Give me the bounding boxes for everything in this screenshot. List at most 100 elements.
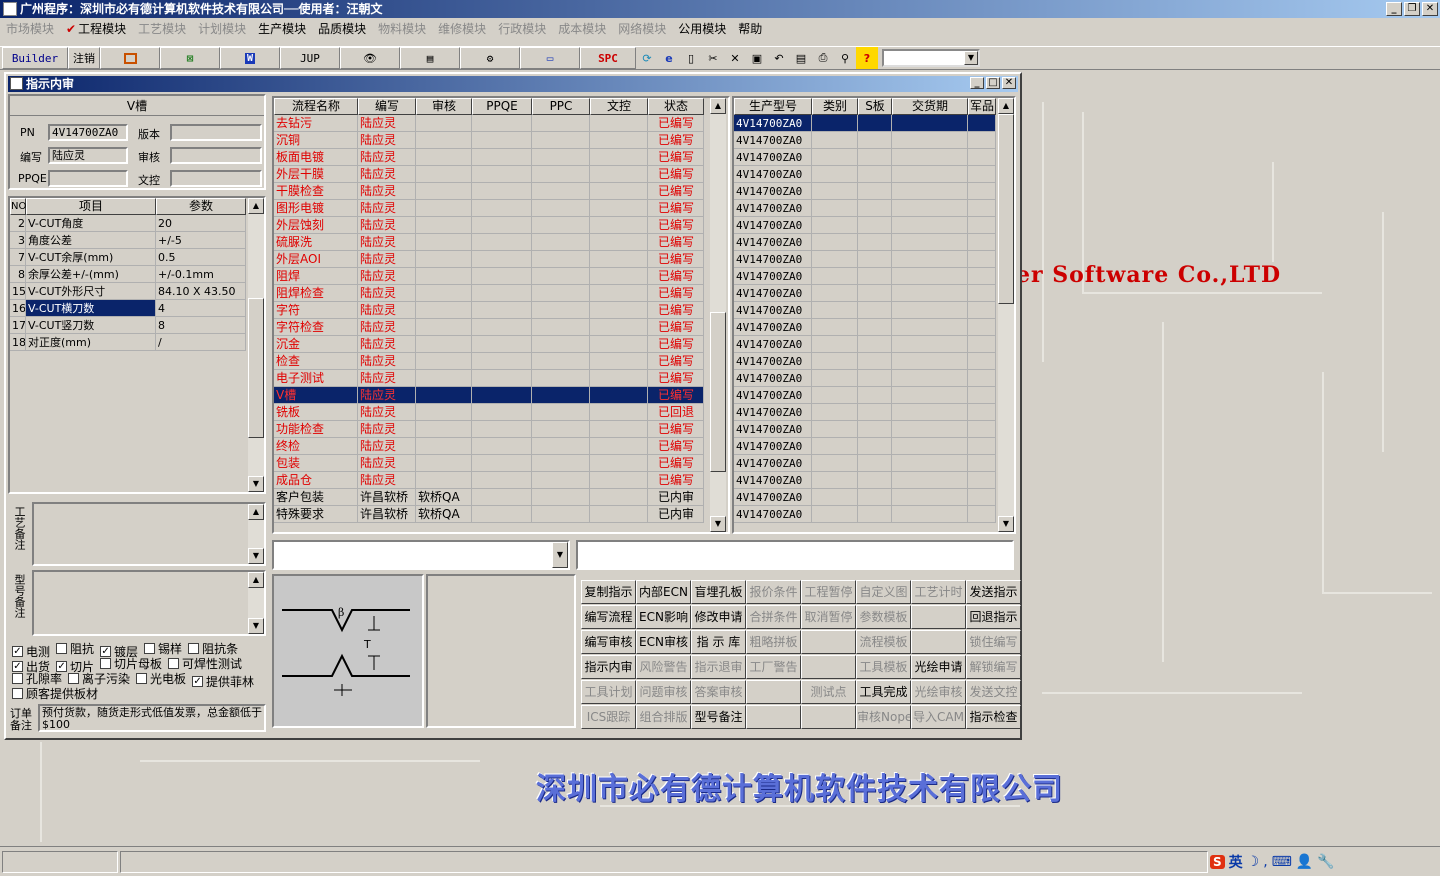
action-button[interactable]: 问题审核 — [636, 680, 691, 704]
action-button[interactable]: 工程暂停 — [801, 580, 856, 604]
ie-icon[interactable]: e — [658, 47, 680, 69]
scroll-up-icon[interactable]: ▲ — [248, 504, 264, 520]
craft-memo-scrollbar[interactable]: ▲ ▼ — [248, 504, 264, 564]
action-button[interactable]: 回退指示 — [966, 605, 1021, 629]
checkbox[interactable] — [68, 673, 80, 684]
action-button[interactable]: 流程模板 — [856, 630, 911, 654]
model-row[interactable]: 4V14700ZA0 — [734, 472, 996, 489]
action-button[interactable]: 发送文控 — [966, 680, 1021, 704]
spc-button[interactable]: SPC — [580, 47, 636, 69]
ppqe-field[interactable] — [48, 170, 128, 187]
param-row[interactable]: 17 V-CUT竖刀数 8 — [10, 317, 246, 334]
action-button[interactable]: 工具模板 — [856, 655, 911, 679]
checkbox-option[interactable]: 光电板 — [136, 670, 186, 687]
action-button[interactable]: ECN审核 — [636, 630, 691, 654]
action-button[interactable]: 复制指示 — [581, 580, 636, 604]
flow-row[interactable]: 硫脲洗 陆应灵 已编写 — [274, 234, 704, 251]
menu-0[interactable]: 市场模块 — [0, 20, 60, 37]
flow-header-0[interactable]: 流程名称 — [274, 98, 358, 115]
model-row[interactable]: 4V14700ZA0 — [734, 438, 996, 455]
action-button[interactable]: 答案审核 — [691, 680, 746, 704]
checkbox[interactable] — [136, 673, 148, 684]
moon-icon[interactable]: ☽ — [1247, 854, 1260, 870]
flow-row[interactable]: 包装 陆应灵 已编写 — [274, 455, 704, 472]
scroll-up-icon[interactable]: ▲ — [710, 98, 726, 114]
param-header-2[interactable]: 参数 — [156, 198, 246, 215]
flow-row[interactable]: 板面电镀 陆应灵 已编写 — [274, 149, 704, 166]
param-row[interactable]: 3 角度公差 +/-5 — [10, 232, 246, 249]
model-row[interactable]: 4V14700ZA0 — [734, 166, 996, 183]
flow-row[interactable]: 沉金 陆应灵 已编写 — [274, 336, 704, 353]
punctuation-icon[interactable]: , — [1263, 854, 1267, 870]
model-header-1[interactable]: 类别 — [812, 98, 858, 115]
child-close-button[interactable]: ✕ — [1002, 77, 1016, 89]
model-row[interactable]: 4V14700ZA0 — [734, 183, 996, 200]
action-button[interactable]: 指 示 库 — [691, 630, 746, 654]
menu-8[interactable]: 行政模块 — [492, 20, 552, 37]
model-row[interactable]: 4V14700ZA0 — [734, 319, 996, 336]
model-row[interactable]: 4V14700ZA0 — [734, 285, 996, 302]
logout-button[interactable]: 注销 — [68, 47, 100, 69]
word-button[interactable]: W — [220, 47, 280, 69]
model-row[interactable]: 4V14700ZA0 — [734, 115, 996, 132]
scroll-up-icon[interactable]: ▲ — [248, 198, 264, 214]
scroll-down-icon[interactable]: ▼ — [998, 516, 1014, 532]
action-button[interactable]: 取消暂停 — [801, 605, 856, 629]
action-button[interactable]: 工具完成 — [856, 680, 911, 704]
menu-4[interactable]: 生产模块 — [252, 20, 312, 37]
review-field[interactable] — [170, 147, 262, 164]
param-header-0[interactable]: NO — [10, 198, 26, 215]
scroll-down-icon[interactable]: ▼ — [248, 618, 264, 634]
model-row[interactable]: 4V14700ZA0 — [734, 234, 996, 251]
menu-11[interactable]: 公用模块 — [672, 20, 732, 37]
param-row[interactable]: 7 V-CUT余厚(mm) 0.5 — [10, 249, 246, 266]
checkbox[interactable] — [56, 643, 68, 654]
flow-dropdown[interactable]: ▼ — [272, 540, 570, 570]
checkbox[interactable] — [12, 688, 23, 699]
action-button[interactable]: 内部ECN — [636, 580, 691, 604]
model-row[interactable]: 4V14700ZA0 — [734, 387, 996, 404]
powerpoint-button[interactable] — [100, 47, 160, 69]
menu-1[interactable]: ✔ 工程模块 — [60, 20, 132, 37]
action-button[interactable]: 指示检查 — [966, 705, 1021, 729]
action-button[interactable]: 工艺计时 — [911, 580, 966, 604]
action-button[interactable]: 指示内审 — [581, 655, 636, 679]
checkbox[interactable] — [12, 673, 23, 684]
restore-button[interactable]: ❐ — [1404, 2, 1420, 16]
checkbox[interactable] — [144, 643, 156, 654]
settings-icon[interactable]: 🔧 — [1317, 854, 1334, 870]
model-scrollbar[interactable]: ▲ ▼ — [998, 98, 1014, 532]
pn-field[interactable]: 4V14700ZA0 — [48, 124, 128, 141]
flow-scrollbar[interactable]: ▲ ▼ — [710, 98, 726, 532]
menu-3[interactable]: 计划模块 — [192, 20, 252, 37]
param-scrollbar[interactable]: ▲ ▼ — [248, 198, 264, 492]
param-row[interactable]: 15 V-CUT外形尺寸 84.10 X 43.50 — [10, 283, 246, 300]
eye-button[interactable]: 👁 — [340, 47, 400, 69]
flow-row[interactable]: 沉铜 陆应灵 已编写 — [274, 132, 704, 149]
flow-row[interactable]: 阻焊检查 陆应灵 已编写 — [274, 285, 704, 302]
flow-row[interactable]: 干膜检查 陆应灵 已编写 — [274, 183, 704, 200]
flow-header-6[interactable]: 状态 — [648, 98, 704, 115]
model-row[interactable]: 4V14700ZA0 — [734, 455, 996, 472]
database-button[interactable]: ▤ — [400, 47, 460, 69]
flow-header-1[interactable]: 编写 — [358, 98, 416, 115]
model-row[interactable]: 4V14700ZA0 — [734, 268, 996, 285]
action-button[interactable]: 指示退审 — [691, 655, 746, 679]
checkbox[interactable]: ✓ — [192, 676, 204, 687]
param-row[interactable]: 18 对正度(mm) / — [10, 334, 246, 351]
param-row[interactable]: 8 余厚公差+/-(mm) +/-0.1mm — [10, 266, 246, 283]
model-row[interactable]: 4V14700ZA0 — [734, 200, 996, 217]
model-header-2[interactable]: S板 — [858, 98, 892, 115]
scroll-down-icon[interactable]: ▼ — [248, 476, 264, 492]
child-minimize-button[interactable]: _ — [970, 77, 984, 89]
action-button[interactable]: 光绘审核 — [911, 680, 966, 704]
action-button[interactable]: 编写流程 — [581, 605, 636, 629]
computer-button[interactable]: ▭ — [520, 47, 580, 69]
action-button[interactable]: 导入CAM — [911, 705, 966, 729]
save-icon[interactable]: ▣ — [746, 47, 768, 69]
scroll-thumb[interactable] — [248, 298, 264, 438]
writer-field[interactable]: 陆应灵 — [48, 147, 128, 164]
action-button[interactable]: 报价条件 — [746, 580, 801, 604]
scroll-thumb[interactable] — [998, 114, 1014, 304]
model-memo-scrollbar[interactable]: ▲ ▼ — [248, 572, 264, 634]
